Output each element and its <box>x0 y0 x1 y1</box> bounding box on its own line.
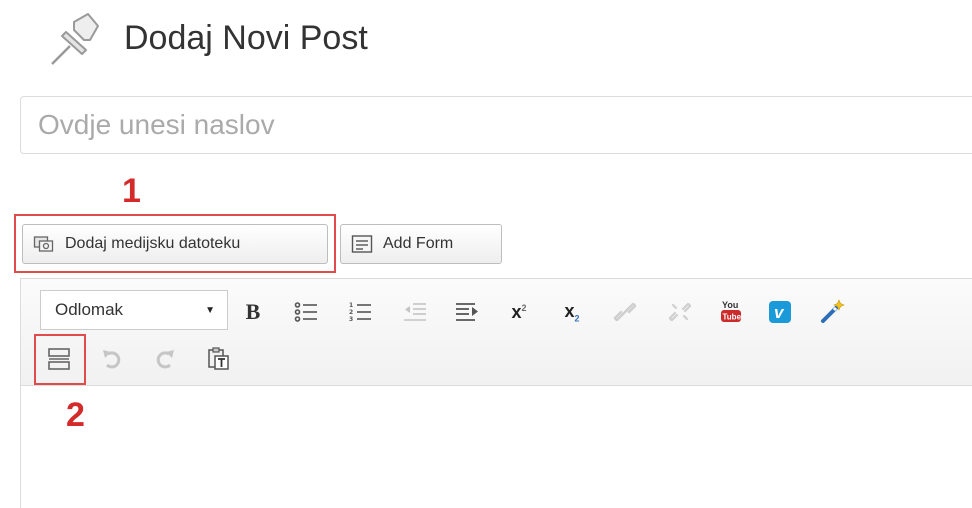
bold-button[interactable]: B <box>238 297 268 327</box>
page-title: Dodaj Novi Post <box>124 19 368 57</box>
paragraph-format-select[interactable]: Odlomak ▼ <box>40 290 228 330</box>
form-icon <box>351 234 373 254</box>
magic-wand-icon <box>821 299 845 323</box>
add-media-button[interactable]: Dodaj medijsku datoteku <box>22 224 328 264</box>
bold-icon: B <box>245 299 261 324</box>
pushpin-icon <box>44 12 104 68</box>
paste-text-icon <box>208 347 229 370</box>
add-form-label: Add Form <box>383 235 454 252</box>
numbered-list-button[interactable]: 123 <box>345 297 375 327</box>
add-media-label: Dodaj medijsku datoteku <box>65 235 241 252</box>
subscript-icon: x2 <box>564 300 580 324</box>
editor-content-area[interactable] <box>22 386 972 497</box>
vimeo-button[interactable]: v <box>765 297 795 327</box>
redo-icon <box>156 350 174 369</box>
youtube-icon: You Tube <box>721 300 742 322</box>
superscript-button[interactable]: x2 <box>504 297 534 327</box>
add-form-button[interactable]: Add Form <box>340 224 502 264</box>
bullet-list-button[interactable] <box>291 297 321 327</box>
redo-button[interactable] <box>150 344 180 374</box>
youtube-button[interactable]: You Tube <box>716 296 746 326</box>
undo-icon <box>103 350 121 369</box>
unlink-icon <box>668 302 692 322</box>
outdent-button[interactable] <box>400 297 430 327</box>
svg-text:v: v <box>774 303 785 322</box>
toolbar-toggle-button[interactable] <box>44 344 74 374</box>
annotation-number-1: 1 <box>122 172 141 210</box>
svg-text:3: 3 <box>349 316 353 323</box>
outdent-icon <box>404 303 426 321</box>
magic-wand-button[interactable] <box>818 296 848 326</box>
chevron-down-icon: ▼ <box>205 304 215 316</box>
undo-button[interactable] <box>97 344 127 374</box>
svg-text:2: 2 <box>349 309 353 316</box>
vimeo-icon: v <box>769 301 791 323</box>
svg-text:Tube: Tube <box>723 313 742 322</box>
format-selected-value: Odlomak <box>55 300 124 319</box>
unlink-button[interactable] <box>665 297 695 327</box>
numbered-list-icon: 123 <box>349 302 371 323</box>
bullet-list-icon <box>294 302 317 322</box>
superscript-icon: x2 <box>511 301 527 322</box>
post-title-input[interactable] <box>20 96 972 154</box>
media-camera-icon <box>33 234 55 254</box>
link-button[interactable] <box>610 297 640 327</box>
indent-button[interactable] <box>452 297 482 327</box>
svg-text:1: 1 <box>349 302 353 309</box>
toolbar-toggle-icon <box>48 348 70 370</box>
subscript-button[interactable]: x2 <box>557 297 587 327</box>
paste-as-text-button[interactable] <box>203 344 233 374</box>
link-icon <box>613 302 637 322</box>
svg-text:You: You <box>722 300 738 310</box>
align-icon <box>456 303 478 321</box>
